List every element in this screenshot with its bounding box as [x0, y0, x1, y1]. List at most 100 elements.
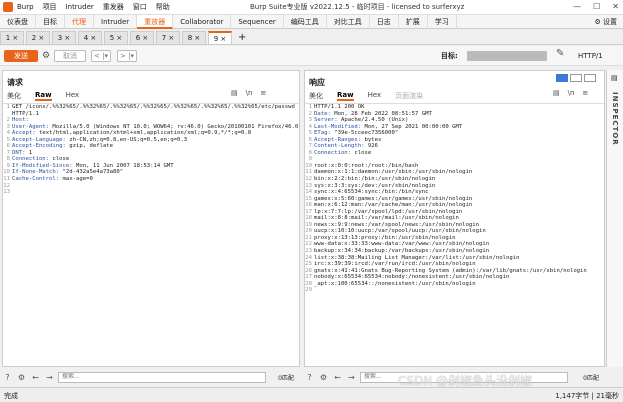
- window-controls: — ☐ ✕: [573, 2, 619, 11]
- search-next-arrow-icon[interactable]: →: [346, 372, 357, 383]
- request-search-input[interactable]: [58, 371, 266, 383]
- header-value: sync:x:4:65534:sync:/bin:/bin/sync: [314, 189, 429, 196]
- header-value: irc:x:39:39:ircd:/var/run/ircd:/usr/sbin…: [314, 261, 476, 268]
- request-tab-hex[interactable]: Hex: [66, 91, 80, 101]
- main-tab[interactable]: 扩展: [399, 15, 428, 29]
- inspector-panel[interactable]: ▤ INSPECTOR: [606, 70, 623, 367]
- header-value: bytes: [364, 136, 382, 143]
- header-value: max-age=0: [62, 176, 93, 183]
- repeater-tab[interactable]: 5 ×: [104, 31, 128, 44]
- main-tab[interactable]: 学习: [428, 15, 457, 29]
- history-forward-button[interactable]: > |▾: [117, 50, 137, 62]
- search-next-arrow-icon[interactable]: →: [44, 372, 55, 383]
- settings-button[interactable]: ⚙ 设置: [594, 15, 617, 29]
- menu-item[interactable]: 项目: [43, 3, 57, 11]
- title-bar: Burp 项目 Intruder 重发器 窗口 帮助 Burp Suite专业版 v202…: [0, 0, 623, 15]
- response-editor[interactable]: 1 HTTP/1.1 200 OK 2 Date: Mon, 28 Feb 2022 …: [305, 103, 604, 366]
- response-view-tabs: 美化 Raw Hex 页面渲染: [309, 91, 423, 101]
- line-text: [12, 189, 299, 196]
- code-line: 13: [3, 189, 299, 196]
- menu-item[interactable]: Burp: [17, 3, 34, 11]
- http-version[interactable]: HTTP/1: [578, 50, 603, 62]
- inspector-menu-icon[interactable]: ▤: [611, 74, 618, 82]
- target-value-redacted[interactable]: [467, 51, 547, 61]
- main-tab[interactable]: 仪表盘: [0, 15, 36, 29]
- layout-tabs-icon[interactable]: [584, 74, 596, 82]
- main-tab[interactable]: Intruder: [94, 15, 138, 29]
- menu-icon[interactable]: ≡: [260, 89, 266, 97]
- maximize-icon[interactable]: ☐: [593, 2, 600, 11]
- cancel-button[interactable]: 取消: [54, 50, 86, 62]
- message-actions-icon[interactable]: ▤: [553, 89, 560, 97]
- header-value: text/html,application/xhtml+xml,applicat…: [38, 130, 252, 137]
- history-back-button[interactable]: < |▾: [91, 50, 111, 62]
- main-tab[interactable]: 代理: [65, 15, 94, 29]
- header-value: gnats:x:41:41:Gnats Bug-Reporting System…: [314, 267, 587, 274]
- newline-toggle-icon[interactable]: \n: [246, 89, 253, 97]
- header-key: Host:: [12, 117, 33, 124]
- search-settings-gear-icon[interactable]: ⚙: [318, 372, 329, 383]
- repeater-tab[interactable]: 9 ×: [208, 31, 232, 44]
- response-tab-render[interactable]: 页面渲染: [395, 91, 423, 101]
- code-line: 29: [305, 287, 604, 294]
- add-tab-plus-icon[interactable]: +: [238, 31, 246, 44]
- header-value: lp:x:7:7:lp:/var/spool/lpd:/usr/sbin/nol…: [314, 208, 463, 215]
- menu-item[interactable]: Intruder: [66, 3, 94, 11]
- header-key: Accept-Encoding:: [12, 143, 70, 150]
- response-match-count: 0匹配: [583, 374, 599, 382]
- menu-item[interactable]: 帮助: [156, 3, 170, 11]
- line-number: 29: [305, 287, 312, 294]
- header-value: sys:x:3:3:sys:/dev:/usr/sbin/nologin: [314, 182, 436, 189]
- main-tab[interactable]: 目标: [36, 15, 65, 29]
- search-prev-arrow-icon[interactable]: ←: [332, 372, 343, 383]
- repeater-tab[interactable]: 6 ×: [130, 31, 154, 44]
- repeater-tab[interactable]: 2 ×: [26, 31, 50, 44]
- inspector-label: INSPECTOR: [611, 92, 619, 146]
- request-tab-pretty[interactable]: 美化: [7, 91, 21, 101]
- header-value: proxy:x:13:13:proxy:/bin:/usr/sbin/nolog…: [314, 234, 456, 241]
- repeater-tab[interactable]: 4 ×: [78, 31, 102, 44]
- response-tab-hex[interactable]: Hex: [368, 91, 382, 101]
- layout-top-bottom-icon[interactable]: [570, 74, 582, 82]
- minimize-icon[interactable]: —: [573, 2, 581, 11]
- header-value: Mon, 11 Jun 2007 18:53:14 GMT: [76, 162, 174, 169]
- help-icon[interactable]: ?: [2, 372, 13, 383]
- menu-item[interactable]: 重发器: [103, 3, 124, 11]
- newline-toggle-icon[interactable]: \n: [568, 89, 575, 97]
- search-prev-arrow-icon[interactable]: ←: [30, 372, 41, 383]
- main-tab[interactable]: 重放器: [137, 15, 174, 29]
- layout-side-by-side-icon[interactable]: [556, 74, 568, 82]
- header-key: Content-Length:: [314, 143, 368, 150]
- menu-item[interactable]: 窗口: [133, 3, 147, 11]
- request-editor[interactable]: 1 GET /icons/.%%32%65/.%%32%65/.%%32%65/.…: [3, 103, 299, 366]
- send-button[interactable]: 发送: [4, 50, 38, 62]
- repeater-tab[interactable]: 8 ×: [182, 31, 206, 44]
- message-actions-icon[interactable]: ▤: [231, 89, 238, 97]
- response-tab-pretty[interactable]: 美化: [309, 91, 323, 101]
- main-tab[interactable]: 日志: [370, 15, 399, 29]
- main-tab[interactable]: 编码工具: [284, 15, 327, 29]
- repeater-tab[interactable]: 3 ×: [52, 31, 76, 44]
- main-tab[interactable]: Collaborator: [173, 15, 232, 29]
- edit-target-pencil-icon[interactable]: ✎: [556, 48, 564, 59]
- request-pane: 请求 美化 Raw Hex ▤ \n ≡ 1 GET /icons/.%%32%6…: [2, 70, 300, 367]
- search-settings-gear-icon[interactable]: ⚙: [16, 372, 27, 383]
- main-tab[interactable]: 对比工具: [327, 15, 370, 29]
- repeater-tab[interactable]: 7 ×: [156, 31, 180, 44]
- header-value: Mon, 28 Feb 2022 08:51:57 GMT: [334, 110, 432, 117]
- close-icon[interactable]: ✕: [612, 2, 619, 11]
- header-key: User-Agent:: [12, 123, 53, 130]
- request-tab-raw[interactable]: Raw: [35, 91, 52, 101]
- menu-icon[interactable]: ≡: [582, 89, 588, 97]
- header-key: Cache-Control:: [12, 176, 63, 183]
- repeater-tab[interactable]: 1 ×: [0, 31, 24, 44]
- line-text: GET /icons/.%%32%65/.%%32%65/.%%32%65/.%…: [12, 104, 299, 117]
- send-options-gear-icon[interactable]: ⚙: [40, 50, 52, 62]
- help-icon[interactable]: ?: [304, 372, 315, 383]
- response-tab-raw[interactable]: Raw: [337, 91, 354, 101]
- request-pane-icons: ▤ \n ≡: [231, 89, 266, 97]
- request-toolbar: 发送 ⚙ 取消 < |▾ > |▾ 目标: ✎ HTTP/1: [0, 46, 623, 66]
- header-value: www-data:x:33:33:www-data:/var/www:/usr/…: [314, 241, 490, 248]
- window-title: Burp Suite专业版 v2022.12.5 - 临时项目 - licens…: [250, 3, 465, 11]
- main-tab[interactable]: Sequencer: [231, 15, 284, 29]
